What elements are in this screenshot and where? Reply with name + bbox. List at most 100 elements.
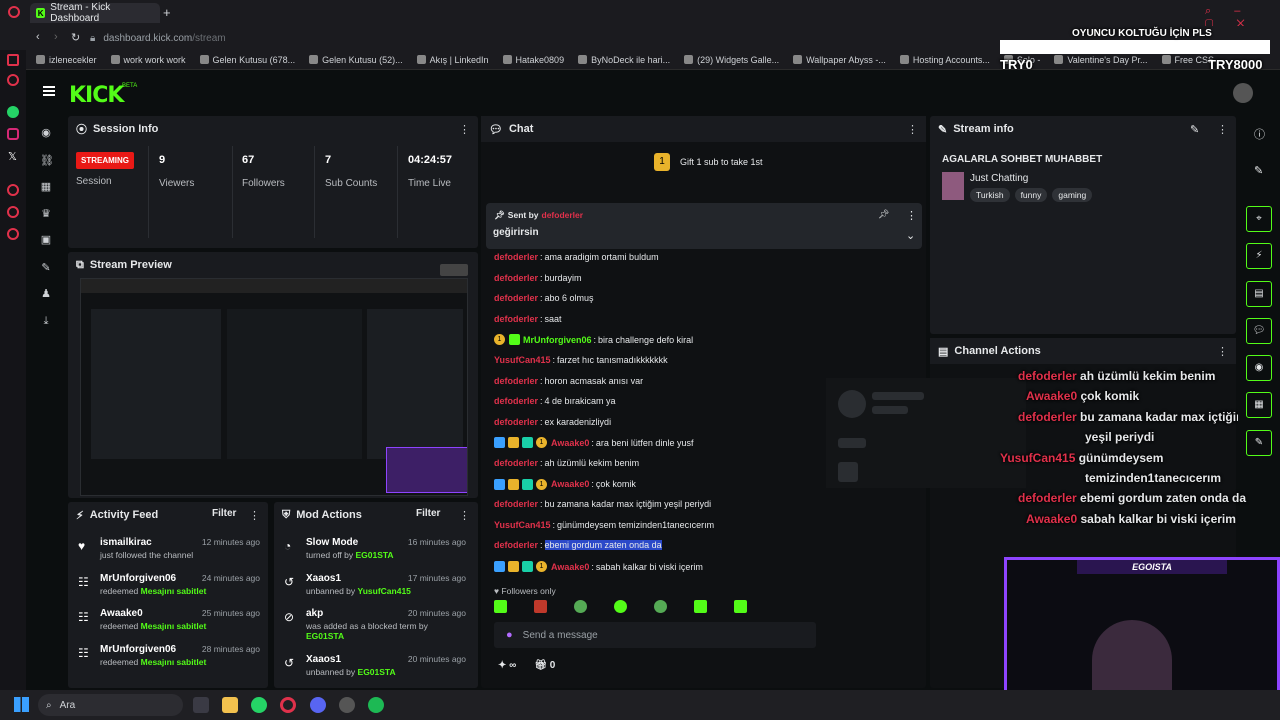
- chat-username[interactable]: Awaake0: [551, 438, 589, 448]
- more-options-icon[interactable]: ⋮: [1217, 345, 1228, 358]
- analytics-nav-icon[interactable]: ▦: [40, 181, 52, 193]
- bookmark-item[interactable]: Akış | LinkedIn: [416, 55, 489, 65]
- microphone-icon[interactable]: ●: [506, 629, 513, 641]
- reload-icon[interactable]: ↻: [71, 31, 80, 44]
- chat-username[interactable]: defoderler: [494, 499, 538, 509]
- x-icon[interactable]: 𝕏: [8, 150, 17, 163]
- opera-logo-icon[interactable]: [8, 6, 20, 18]
- chat-message[interactable]: defoderler: 4 de bırakicam ya: [494, 396, 616, 406]
- heart-sidebar-icon[interactable]: [7, 184, 19, 196]
- qa-wrench-icon[interactable]: ✎: [1246, 430, 1272, 456]
- more-options-icon[interactable]: ⋮: [907, 123, 918, 136]
- category-name[interactable]: Just Chatting: [970, 173, 1028, 184]
- qa-chat-icon[interactable]: 💬︎: [1246, 318, 1272, 344]
- bookmark-item[interactable]: Hatake0809: [502, 55, 564, 65]
- bookmark-item[interactable]: ByNoDeck ile hari...: [578, 55, 670, 65]
- preview-popout-button[interactable]: [440, 264, 468, 276]
- activity-item[interactable]: ☷ MrUnforgiven06 redeemed Mesajını sabitle…: [78, 644, 268, 667]
- browser-tab[interactable]: K Stream - Kick Dashboard: [30, 2, 160, 24]
- obs-icon[interactable]: [339, 697, 355, 713]
- bookmark-item[interactable]: work work work: [110, 55, 186, 65]
- emote-icon[interactable]: [574, 600, 587, 613]
- info-icon[interactable]: ⓘ: [1254, 126, 1265, 142]
- mod-item[interactable]: ⊘ akp was added as a blocked term by EG01S…: [284, 608, 474, 641]
- chat-username[interactable]: YusufCan415: [494, 355, 551, 365]
- more-options-icon[interactable]: ⋮: [459, 509, 470, 522]
- chat-username[interactable]: MrUnforgiven06: [523, 335, 592, 345]
- edit-rail-icon[interactable]: ✎: [1254, 164, 1263, 177]
- emote-icon[interactable]: [534, 600, 547, 613]
- chat-message[interactable]: defoderler: saat: [494, 314, 562, 324]
- chat-message[interactable]: defoderler: bu zamana kadar max içtiğim …: [494, 499, 711, 509]
- chat-message[interactable]: defoderler: abo 6 olmuş: [494, 293, 594, 303]
- whatsapp-task-icon[interactable]: [251, 697, 267, 713]
- video-nav-icon[interactable]: ▣: [40, 234, 52, 246]
- bookmark-item[interactable]: Valentine's Day Pr...: [1054, 55, 1148, 65]
- chat-message[interactable]: YusufCan415: farzet hıc tanısmadıkkkkkkk: [494, 355, 668, 365]
- chat-message[interactable]: defoderler: ebemi gordum zaten onda da: [494, 540, 662, 551]
- qa-layout-icon[interactable]: ▦: [1246, 392, 1272, 418]
- store-icon[interactable]: [193, 697, 209, 713]
- mod-item[interactable]: ↺ Xaaos1 unbanned by EG01STA 20 minutes ago: [284, 654, 474, 677]
- bookmark-item[interactable]: Gelen Kutusu (678...: [199, 55, 295, 65]
- activity-item[interactable]: ☷ MrUnforgiven06 redeemed Mesajını sabitle…: [78, 573, 268, 596]
- mod-item[interactable]: ◔ Slow Mode turned off by EG01STA 16 minute…: [284, 537, 474, 560]
- chat-username[interactable]: defoderler: [494, 540, 538, 550]
- menu-icon[interactable]: [43, 86, 55, 96]
- link-nav-icon[interactable]: ⛓: [40, 155, 54, 167]
- chat-username[interactable]: defoderler: [494, 252, 538, 262]
- gifts-button[interactable]: 🎁︎ 0: [534, 660, 555, 671]
- chat-username[interactable]: Awaake0: [551, 562, 589, 572]
- bookmark-item[interactable]: Hosting Accounts...: [899, 55, 990, 65]
- new-tab-button[interactable]: +: [163, 5, 171, 20]
- pinned-options-icon[interactable]: ⋮: [906, 209, 917, 222]
- bookmark-item[interactable]: izlenecekler: [36, 55, 97, 65]
- bookmark-item[interactable]: (29) Widgets Galle...: [684, 55, 779, 65]
- discord-icon[interactable]: [310, 697, 326, 713]
- bookmark-item[interactable]: Gelen Kutusu (52)...: [309, 55, 403, 65]
- chat-message[interactable]: defoderler: burdayim: [494, 273, 582, 283]
- settings-sidebar-icon[interactable]: [7, 228, 19, 240]
- emote-icon[interactable]: [694, 600, 707, 613]
- edit-icon[interactable]: ✎: [1190, 123, 1199, 136]
- tag[interactable]: Turkish: [970, 188, 1010, 202]
- bookmark-item[interactable]: Free CSS: [1161, 55, 1214, 65]
- chat-message[interactable]: YusufCan415: günümdeysem temizinden1tane…: [494, 520, 714, 530]
- chevron-down-icon[interactable]: ⌄: [906, 229, 915, 242]
- chat-username[interactable]: defoderler: [494, 314, 538, 324]
- qa-note-icon[interactable]: ▤: [1246, 281, 1272, 307]
- tag[interactable]: funny: [1014, 188, 1048, 202]
- qa-broadcast-icon[interactable]: ◉: [1246, 355, 1272, 381]
- opera-task-icon[interactable]: [280, 697, 296, 713]
- mod-item[interactable]: ↺ Xaaos1 unbanned by YusufCan415 17 minutes…: [284, 573, 474, 596]
- chat-username[interactable]: defoderler: [494, 376, 538, 386]
- instagram-icon[interactable]: [7, 128, 19, 140]
- chat-message[interactable]: 1 Awaake0: çok komik: [494, 478, 636, 490]
- chat-message[interactable]: 1 MrUnforgiven06: bira challenge defo kir…: [494, 334, 693, 346]
- tag[interactable]: gaming: [1052, 188, 1093, 202]
- chat-message[interactable]: 1 Awaake0: ara beni lütfen dinle yusf: [494, 437, 693, 449]
- chat-username[interactable]: Awaake0: [551, 479, 589, 489]
- chat-message[interactable]: defoderler: ama aradigim ortami buldum: [494, 252, 659, 262]
- emote-icon[interactable]: [654, 600, 667, 613]
- clock-icon[interactable]: [7, 206, 19, 218]
- users-nav-icon[interactable]: ♟: [40, 288, 52, 300]
- chat-message[interactable]: 1 Awaake0: sabah kalkar bi viski içerim: [494, 561, 703, 572]
- activity-filter-button[interactable]: Filter: [212, 508, 236, 519]
- unpin-icon[interactable]: 📌︎: [878, 209, 889, 220]
- chat-username[interactable]: defoderler: [494, 273, 538, 283]
- activity-item[interactable]: ☷ Awaake0 redeemed Mesajını sabitlet 25 min…: [78, 608, 268, 631]
- chat-message[interactable]: defoderler: ex karadenizliydi: [494, 417, 611, 427]
- messenger-icon[interactable]: [7, 54, 19, 66]
- chat-username[interactable]: defoderler: [494, 417, 538, 427]
- whatsapp-icon[interactable]: [7, 106, 19, 118]
- mod-filter-button[interactable]: Filter: [416, 508, 440, 519]
- emote-icon[interactable]: [614, 600, 627, 613]
- folder-icon[interactable]: [222, 697, 238, 713]
- activity-item[interactable]: ♥ ismailkirac just followed the channel 12 …: [78, 537, 268, 560]
- bookmark-item[interactable]: Wallpaper Abyss -...: [793, 55, 886, 65]
- chat-username[interactable]: YusufCan415: [494, 520, 551, 530]
- stream-nav-icon[interactable]: ◉: [40, 127, 52, 139]
- chat-username[interactable]: defoderler: [494, 293, 538, 303]
- chat-username[interactable]: defoderler: [494, 458, 538, 468]
